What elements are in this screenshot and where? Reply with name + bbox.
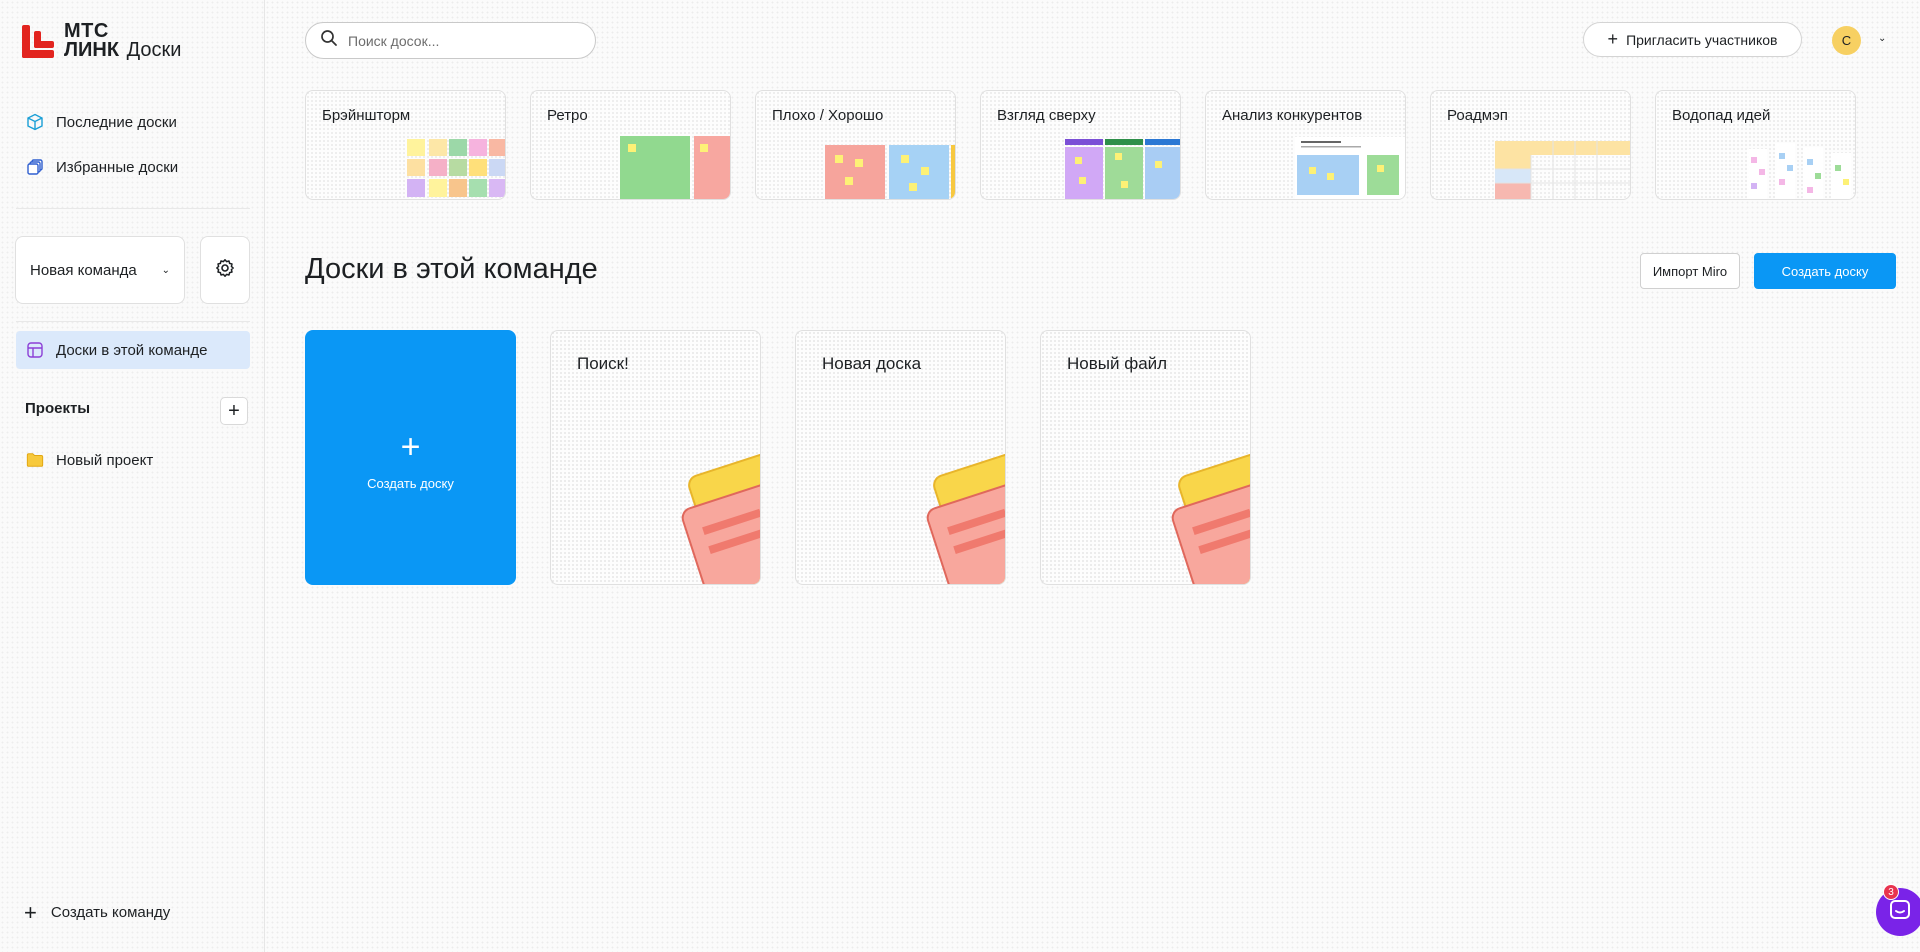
board-thumbnail-icon (681, 449, 760, 584)
board-thumbnail-icon (1171, 449, 1250, 584)
team-select[interactable]: Новая команда ⌄ (15, 236, 185, 304)
create-team-label: Создать команду (50, 904, 171, 921)
template-retro[interactable]: Ретро (530, 90, 731, 200)
create-board-card[interactable]: + Создать доску (305, 330, 516, 585)
template-preview (825, 145, 955, 199)
search-icon (320, 29, 338, 52)
brand-logo[interactable]: МТС ЛИНК Доски (22, 21, 182, 61)
plus-icon: + (228, 400, 240, 422)
board-thumbnail-icon (926, 449, 1005, 584)
team-name: Новая команда (30, 261, 137, 279)
plus-icon: + (24, 899, 37, 925)
sidebar: МТС ЛИНК Доски Последние доски Избранные… (0, 0, 265, 952)
template-label: Водопад идей (1672, 107, 1771, 124)
project-item[interactable]: Новый проект (16, 441, 250, 479)
sidebar-item-team-boards[interactable]: Доски в этой команде (16, 331, 250, 369)
project-label: Новый проект (56, 451, 154, 469)
board-title: Новая доска (822, 354, 922, 373)
brand-product: Доски (126, 39, 182, 61)
chevron-down-icon[interactable]: ⌄ (1878, 33, 1886, 44)
template-preview (1065, 139, 1180, 199)
sidebar-divider (16, 208, 250, 209)
import-miro-button[interactable]: Импорт Miro (1640, 253, 1740, 289)
mts-logo-icon (22, 24, 54, 58)
board-icon (26, 341, 44, 359)
chat-icon (1889, 899, 1911, 926)
avatar[interactable]: С (1832, 26, 1861, 55)
chat-unread-badge: 3 (1883, 884, 1899, 900)
gear-icon (215, 258, 235, 283)
plus-icon: + (400, 428, 421, 466)
create-board-card-label: Создать доску (367, 476, 454, 491)
board-card[interactable]: Новый файл (1040, 330, 1251, 585)
template-label: Взгляд сверху (997, 107, 1096, 124)
sidebar-divider (16, 321, 250, 322)
folder-icon (26, 451, 44, 469)
template-roadmap[interactable]: Роадмэп (1430, 90, 1631, 200)
template-label: Роадмэп (1447, 107, 1508, 124)
plus-icon: + (1607, 29, 1619, 49)
sidebar-item-label: Доски в этой команде (56, 341, 208, 359)
invite-members-button[interactable]: + Пригласить участников (1583, 22, 1802, 57)
template-bad-good[interactable]: Плохо / Хорошо (755, 90, 956, 200)
projects-title: Проекты (25, 400, 91, 417)
sidebar-item-label: Последние доски (56, 113, 177, 131)
template-preview (1295, 137, 1405, 199)
board-card[interactable]: Новая доска (795, 330, 1006, 585)
template-preview (1495, 141, 1630, 199)
chevron-down-icon: ⌄ (161, 265, 170, 276)
sidebar-item-favorites[interactable]: Избранные доски (16, 148, 250, 186)
search-box[interactable] (305, 22, 596, 59)
add-project-button[interactable]: + (220, 397, 248, 425)
page-title: Доски в этой команде (305, 253, 598, 285)
template-preview (1747, 143, 1851, 199)
board-title: Новый файл (1067, 354, 1168, 373)
invite-label: Пригласить участников (1626, 31, 1778, 48)
cube-icon (26, 113, 44, 131)
template-preview (620, 136, 730, 199)
template-competitor-analysis[interactable]: Анализ конкурентов (1205, 90, 1406, 200)
team-settings-button[interactable] (200, 236, 250, 304)
template-preview (407, 139, 505, 197)
template-overview[interactable]: Взгляд сверху (980, 90, 1181, 200)
template-idea-waterfall[interactable]: Водопад идей (1655, 90, 1856, 200)
template-label: Анализ конкурентов (1222, 107, 1363, 124)
create-board-button[interactable]: Создать доску (1754, 253, 1896, 289)
template-label: Плохо / Хорошо (772, 107, 884, 124)
template-label: Ретро (547, 107, 588, 124)
template-brainstorm[interactable]: Брэйншторм (305, 90, 506, 200)
sidebar-item-label: Избранные доски (56, 158, 179, 176)
search-input[interactable] (348, 32, 568, 49)
stack-icon (26, 158, 44, 176)
brand-line2: ЛИНК (64, 39, 120, 61)
board-title: Поиск! (577, 354, 629, 373)
sidebar-item-recent[interactable]: Последние доски (16, 103, 250, 141)
create-team-button[interactable]: + Создать команду (24, 899, 171, 925)
board-card[interactable]: Поиск! (550, 330, 761, 585)
template-label: Брэйншторм (322, 107, 411, 124)
